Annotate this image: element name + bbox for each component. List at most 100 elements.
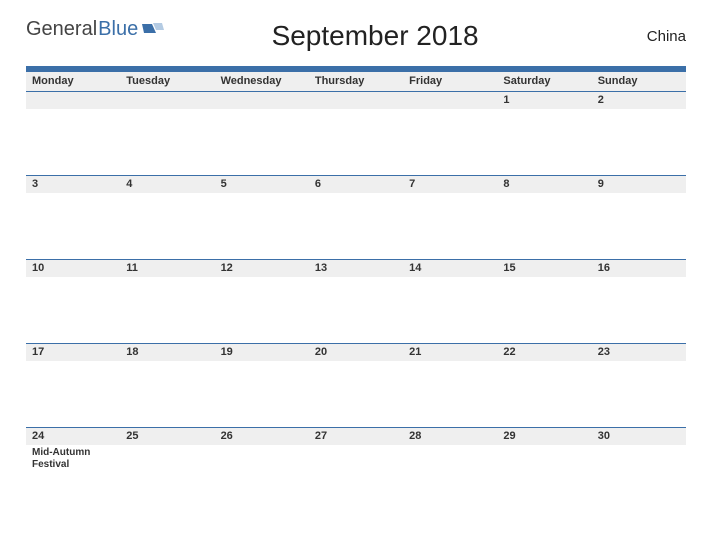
date-number: 25 <box>120 428 214 445</box>
brand-part2: Blue <box>98 18 138 41</box>
date-number: 7 <box>403 176 497 193</box>
date-cell <box>403 361 497 428</box>
date-band: 17 18 19 20 21 22 23 <box>26 344 686 361</box>
date-number: 28 <box>403 428 497 445</box>
date-cell <box>26 361 120 428</box>
date-band: 3 4 5 6 7 8 9 <box>26 176 686 193</box>
brand-part1: General <box>26 18 97 41</box>
date-cell <box>309 193 403 260</box>
date-number: 18 <box>120 344 214 361</box>
date-cell <box>26 109 120 176</box>
date-number: 29 <box>497 428 591 445</box>
weekday-header: Tuesday <box>120 72 214 91</box>
date-cell <box>403 277 497 344</box>
week-row: 10 11 12 13 14 15 16 <box>26 259 686 343</box>
date-cell <box>403 193 497 260</box>
week-row: 3 4 5 6 7 8 9 <box>26 175 686 259</box>
date-cell <box>309 109 403 176</box>
week-row: 17 18 19 20 21 22 23 <box>26 343 686 427</box>
date-cell <box>26 277 120 344</box>
date-number: 30 <box>592 428 686 445</box>
date-cell <box>497 361 591 428</box>
weekday-header: Monday <box>26 72 120 91</box>
date-cell <box>215 193 309 260</box>
date-band: 1 2 <box>26 92 686 109</box>
date-cell <box>592 193 686 260</box>
weekday-header-row: Monday Tuesday Wednesday Thursday Friday… <box>26 72 686 91</box>
date-cell <box>497 277 591 344</box>
date-number: 1 <box>497 92 591 109</box>
calendar-header: General Blue September 2018 China <box>26 18 686 52</box>
date-number: 23 <box>592 344 686 361</box>
date-number: 24 <box>26 428 120 445</box>
date-cell <box>309 361 403 428</box>
date-cell <box>120 361 214 428</box>
date-cell <box>403 445 497 512</box>
date-number <box>403 92 497 109</box>
date-cell <box>403 109 497 176</box>
date-number: 10 <box>26 260 120 277</box>
country-label: China <box>586 28 686 45</box>
date-cell <box>592 445 686 512</box>
date-cell <box>215 445 309 512</box>
date-number: 20 <box>309 344 403 361</box>
date-number: 13 <box>309 260 403 277</box>
date-number <box>120 92 214 109</box>
date-number: 11 <box>120 260 214 277</box>
date-cell <box>497 109 591 176</box>
date-body-row <box>26 109 686 176</box>
date-number: 19 <box>215 344 309 361</box>
date-number: 9 <box>592 176 686 193</box>
date-body-row <box>26 193 686 260</box>
date-cell <box>309 445 403 512</box>
brand-mark-icon <box>142 20 164 43</box>
date-body-row <box>26 277 686 344</box>
date-cell <box>497 445 591 512</box>
date-body-row <box>26 361 686 428</box>
date-number <box>309 92 403 109</box>
date-number: 27 <box>309 428 403 445</box>
date-number: 5 <box>215 176 309 193</box>
date-number: 12 <box>215 260 309 277</box>
weekday-header: Saturday <box>497 72 591 91</box>
date-band: 10 11 12 13 14 15 16 <box>26 260 686 277</box>
week-row: 1 2 <box>26 91 686 175</box>
weekday-header: Thursday <box>309 72 403 91</box>
date-cell: Mid-Autumn Festival <box>26 445 120 512</box>
date-body-row: Mid-Autumn Festival <box>26 445 686 512</box>
date-number: 15 <box>497 260 591 277</box>
date-number: 22 <box>497 344 591 361</box>
date-cell <box>497 193 591 260</box>
date-number: 16 <box>592 260 686 277</box>
date-cell <box>592 361 686 428</box>
date-cell <box>215 277 309 344</box>
date-cell <box>215 109 309 176</box>
event: Mid-Autumn Festival <box>32 447 114 471</box>
calendar-title: September 2018 <box>164 20 586 52</box>
weekday-header: Sunday <box>592 72 686 91</box>
date-cell <box>592 277 686 344</box>
weekday-header: Wednesday <box>215 72 309 91</box>
date-number: 2 <box>592 92 686 109</box>
date-number: 14 <box>403 260 497 277</box>
date-cell <box>26 193 120 260</box>
date-cell <box>309 277 403 344</box>
date-number: 8 <box>497 176 591 193</box>
date-cell <box>215 361 309 428</box>
date-cell <box>120 277 214 344</box>
date-cell <box>120 109 214 176</box>
week-row: 24 25 26 27 28 29 30 Mid-Autumn Festival <box>26 427 686 511</box>
brand-logo: General Blue <box>26 18 164 43</box>
date-number: 4 <box>120 176 214 193</box>
date-number: 17 <box>26 344 120 361</box>
date-number: 6 <box>309 176 403 193</box>
date-number <box>26 92 120 109</box>
date-number <box>215 92 309 109</box>
date-band: 24 25 26 27 28 29 30 <box>26 428 686 445</box>
weekday-header: Friday <box>403 72 497 91</box>
date-number: 3 <box>26 176 120 193</box>
date-number: 26 <box>215 428 309 445</box>
date-cell <box>592 109 686 176</box>
date-cell <box>120 445 214 512</box>
date-cell <box>120 193 214 260</box>
